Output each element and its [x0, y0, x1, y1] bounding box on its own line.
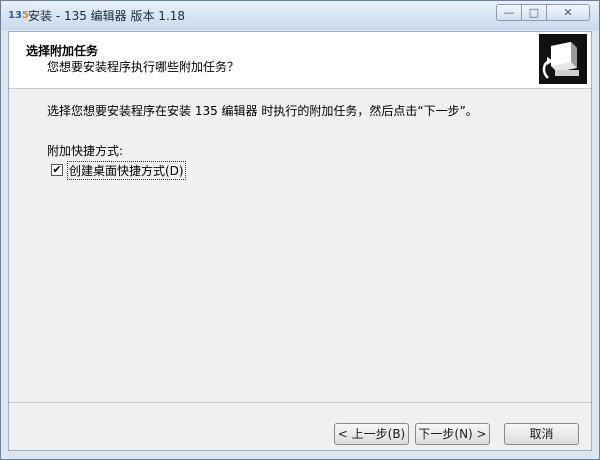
divider: [9, 402, 591, 403]
window-title: 安装 - 135 编辑器 版本 1.18: [28, 9, 186, 23]
installer-window: 135 安装 - 135 编辑器 版本 1.18 — □ ✕ 选择附加任务 您想…: [0, 0, 600, 460]
desktop-shortcut-label[interactable]: 创建桌面快捷方式(D): [67, 160, 186, 180]
cancel-button[interactable]: 取消: [504, 423, 579, 445]
computer-install-icon: [539, 34, 587, 84]
wizard-body: 选择附加任务 您想要安装程序执行哪些附加任务？ 选择您想要安装程序在安装 135…: [8, 31, 592, 451]
instruction-text: 选择您想要安装程序在安装 135 编辑器 时执行的附加任务，然后点击“下一步”。: [47, 104, 478, 118]
back-button[interactable]: < 上一步(B): [334, 423, 409, 445]
next-button[interactable]: 下一步(N) >: [415, 423, 490, 445]
desktop-shortcut-checkbox[interactable]: ✔: [51, 164, 63, 176]
minimize-button[interactable]: —: [496, 4, 522, 21]
shortcut-group-label: 附加快捷方式:: [47, 144, 124, 158]
page-subtitle: 您想要安装程序执行哪些附加任务？: [47, 60, 240, 74]
app-icon: 135: [8, 10, 29, 21]
desktop-shortcut-option[interactable]: ✔ 创建桌面快捷方式(D): [51, 160, 186, 180]
page-title: 选择附加任务: [26, 44, 99, 58]
maximize-button[interactable]: □: [521, 4, 547, 21]
wizard-header: 选择附加任务 您想要安装程序执行哪些附加任务？: [9, 32, 591, 89]
close-button[interactable]: ✕: [546, 4, 590, 21]
title-bar[interactable]: 135 安装 - 135 编辑器 版本 1.18 — □ ✕: [1, 1, 599, 30]
